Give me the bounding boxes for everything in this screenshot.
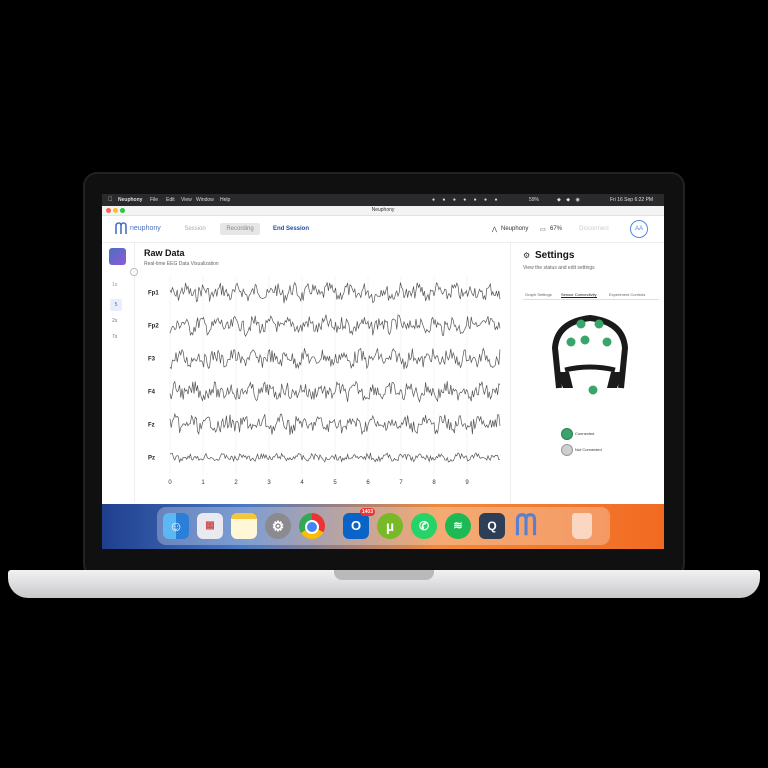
launchpad-icon[interactable]: ▦ — [197, 513, 223, 539]
tool-item-1[interactable]: 1s — [112, 282, 117, 288]
not-connected-legend-label: Not Connected — [575, 447, 602, 452]
disconnect-button[interactable]: Disconnect — [572, 223, 616, 235]
tab-experiment-controls[interactable]: Experiment Controls — [609, 292, 645, 297]
sensor-dot[interactable] — [602, 337, 612, 347]
gear-icon: ⚙ — [523, 251, 531, 260]
tool-strip: › 1s 5 2s 7s — [102, 242, 138, 502]
trash-icon[interactable] — [572, 513, 592, 539]
apple-icon[interactable]:  — [108, 197, 113, 203]
channel-label-fp1: Fp1 — [148, 291, 159, 297]
utorrent-icon[interactable]: µ — [377, 513, 403, 539]
mac-dock-area: ☺ ▦ ⚙ O 1403 µ ✆ ≋ Q — [102, 504, 664, 549]
sensor-dot[interactable] — [566, 337, 576, 347]
x-tick-label: 1 — [201, 480, 205, 486]
settings-subtitle: View the status and edit settings — [523, 265, 595, 271]
menubar-datetime[interactable]: Fri 16 Sep 6:22 PM — [610, 197, 653, 203]
menu-view[interactable]: View — [181, 197, 192, 203]
tab-graph-settings[interactable]: Graph Settings — [525, 292, 552, 297]
user-avatar[interactable]: AA — [630, 220, 648, 238]
menu-help[interactable]: Help — [220, 197, 230, 203]
app-header: neuphony Session Recording End Session ⋀… — [102, 216, 664, 243]
outlook-badge: 1403 — [359, 508, 375, 516]
notes-icon[interactable] — [231, 513, 257, 539]
laptop-screen:  Neuphony File Edit View Window Help ● … — [102, 194, 664, 549]
nav-end-session[interactable]: End Session — [270, 223, 312, 235]
finder-icon[interactable]: ☺ — [163, 513, 189, 539]
x-tick-label: 8 — [432, 480, 436, 486]
neuphony-icon[interactable] — [513, 513, 539, 539]
window-titlebar: Neuphony — [102, 206, 664, 216]
whatsapp-icon[interactable]: ✆ — [411, 513, 437, 539]
tool-item-4[interactable]: 7s — [112, 334, 117, 340]
device-icon: ⋀ — [492, 227, 497, 233]
eeg-panel: Raw Data Real-time EEG Data Visualizatio… — [136, 244, 508, 504]
laptop-notch — [334, 570, 434, 580]
neuphony-logo-icon — [115, 222, 127, 234]
outlook-icon[interactable]: O 1403 — [343, 508, 375, 539]
menubar-battery[interactable]: 59% — [529, 197, 539, 203]
wifi-search-icons[interactable]: ◆ ◆ ◉ — [557, 197, 582, 203]
x-tick-label: 0 — [168, 480, 172, 486]
device-battery: 67% — [550, 226, 563, 232]
x-tick-label: 5 — [333, 480, 337, 486]
channel-label-f3: F3 — [148, 357, 156, 363]
menubar-app-name[interactable]: Neuphony — [118, 197, 142, 203]
eeg-title: Raw Data — [144, 248, 185, 258]
sensor-dot[interactable] — [588, 385, 598, 395]
nav-recording[interactable]: Recording — [220, 223, 260, 235]
tab-sensor-connectivity[interactable]: Sensor Connectivity — [561, 292, 597, 298]
window-title: Neuphony — [371, 207, 395, 213]
settings-panel: ⚙ Settings View the status and edit sett… — [510, 242, 664, 504]
sensor-dot[interactable] — [576, 319, 586, 329]
connected-legend-dot — [561, 428, 573, 440]
channel-label-fz: Fz — [148, 423, 155, 429]
not-connected-legend-dot — [561, 444, 573, 456]
tool-item-3[interactable]: 2s — [112, 318, 117, 324]
x-tick-label: 2 — [234, 480, 238, 486]
channel-label-pz: Pz — [148, 456, 155, 462]
menu-file[interactable]: File — [150, 197, 158, 203]
x-tick-label: 6 — [366, 480, 370, 486]
connected-legend-label: Connected — [575, 431, 595, 436]
quicktime-icon[interactable]: Q — [479, 513, 505, 539]
x-tick-label: 3 — [267, 480, 271, 486]
menu-edit[interactable]: Edit — [166, 197, 175, 203]
sensor-dot[interactable] — [594, 319, 604, 329]
mac-menubar:  Neuphony File Edit View Window Help ● … — [102, 194, 664, 206]
spotify-icon[interactable]: ≋ — [445, 513, 471, 539]
menu-window[interactable]: Window — [196, 197, 214, 203]
sensor-dot[interactable] — [580, 335, 590, 345]
settings-title: Settings — [535, 250, 575, 261]
headset-diagram — [552, 315, 628, 395]
x-tick-label: 4 — [300, 480, 304, 486]
channel-label-f4: F4 — [148, 390, 156, 396]
eeg-plot[interactable]: 0 1 2 3 4 5 6 7 8 9 Fp1 Fp2 F3 F4 Fz Pz — [136, 272, 508, 512]
channel-label-fp2: Fp2 — [148, 324, 159, 330]
chrome-icon[interactable] — [299, 513, 325, 539]
device-name: Neuphony — [501, 226, 529, 232]
logo-text: neuphony — [130, 225, 161, 232]
battery-icon: ▭ — [540, 227, 546, 233]
eeg-subtitle: Real-time EEG Data Visualization — [144, 261, 219, 267]
settings-icon[interactable]: ⚙ — [265, 513, 291, 539]
app-logo[interactable]: neuphony — [114, 222, 161, 241]
x-tick-label: 7 — [399, 480, 403, 486]
tool-item-2[interactable]: 5 — [110, 299, 122, 311]
nav-session[interactable]: Session — [178, 223, 212, 235]
dock: ☺ ▦ ⚙ O 1403 µ ✆ ≋ Q — [157, 507, 610, 545]
status-icons[interactable]: ● ● ● ● ● ● ● — [432, 197, 500, 203]
x-tick-label: 9 — [465, 480, 469, 486]
signal-tool-icon[interactable] — [109, 248, 126, 265]
